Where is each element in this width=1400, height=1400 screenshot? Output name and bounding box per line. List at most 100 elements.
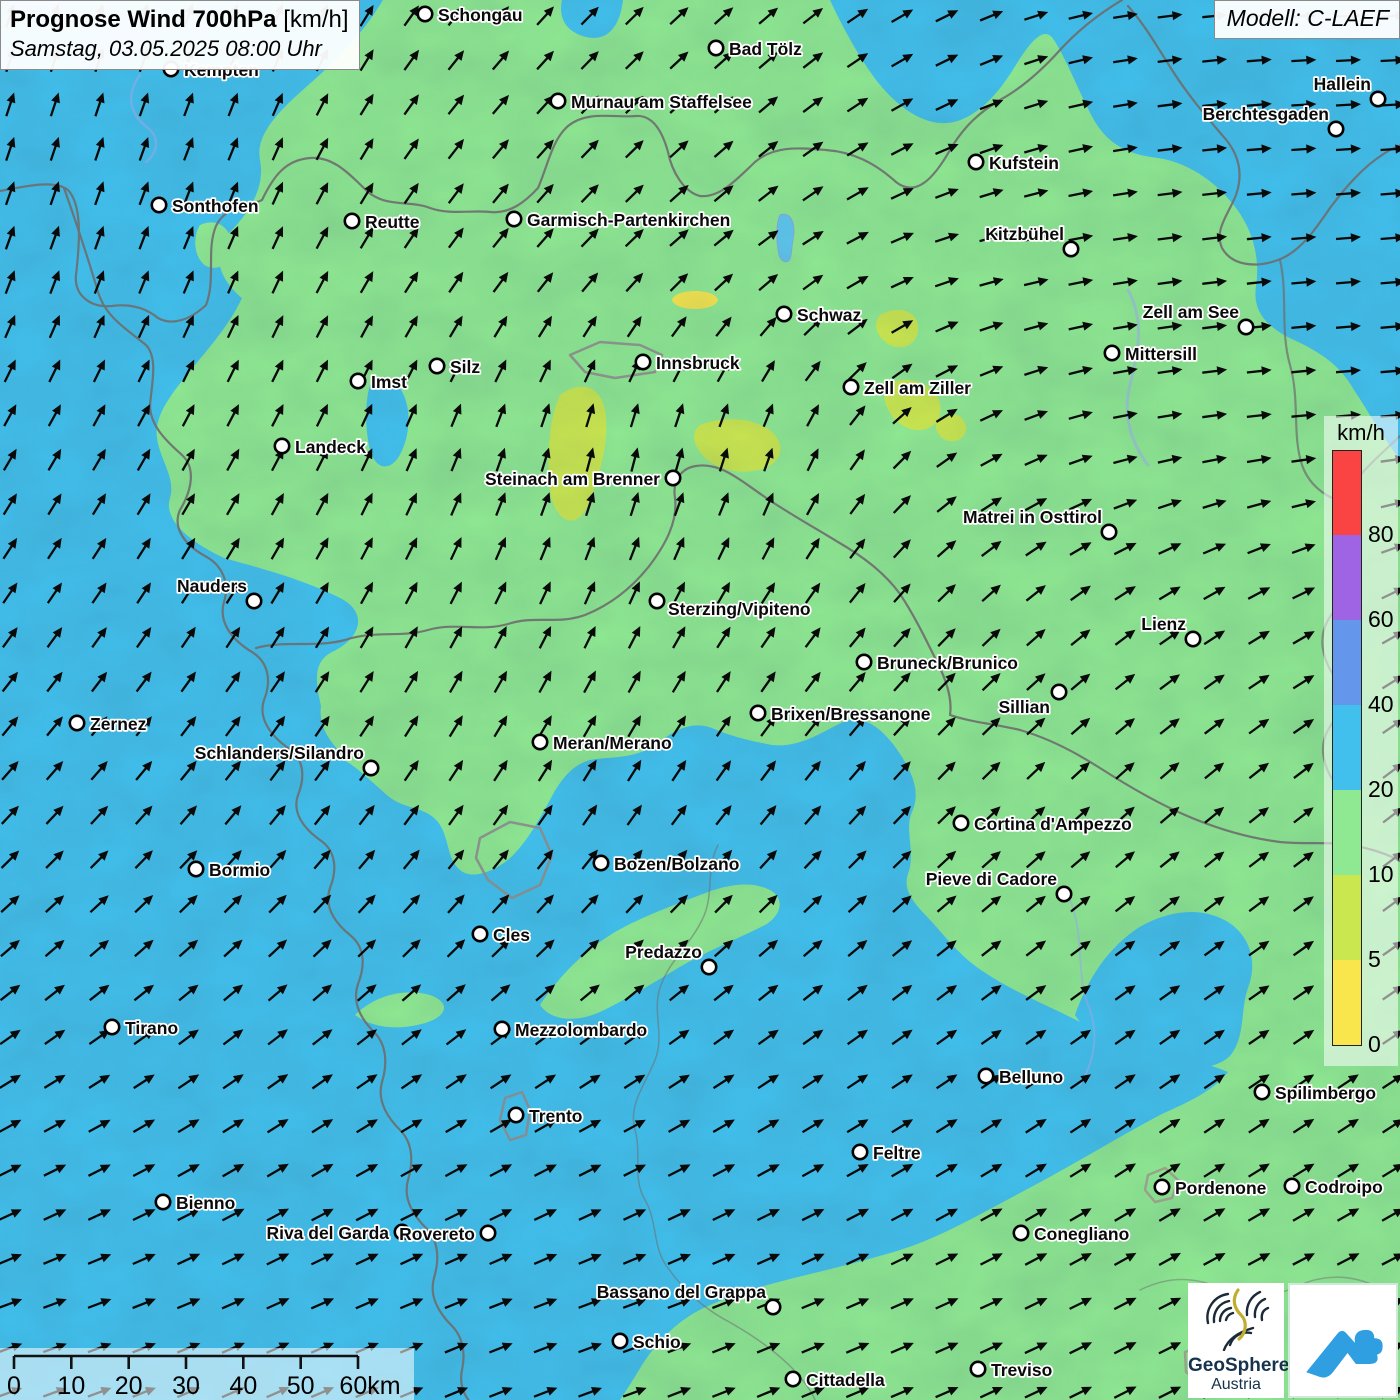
city-label: Garmisch-Partenkirchen — [527, 210, 730, 230]
legend-tick-label: 60 — [1368, 606, 1394, 633]
city-marker — [351, 374, 365, 388]
city-marker — [979, 1069, 993, 1083]
city-label: Trento — [529, 1106, 582, 1126]
scale-bar-label: 50 — [287, 1372, 315, 1400]
city-label: Silz — [450, 357, 480, 377]
model-box: Modell: C-LAEF — [1214, 0, 1400, 39]
city-marker — [533, 735, 547, 749]
city-marker — [1239, 320, 1253, 334]
city-marker — [1057, 887, 1071, 901]
legend-segment — [1332, 875, 1362, 961]
city-marker — [844, 380, 858, 394]
mountain-cloud-logo — [1288, 1283, 1398, 1398]
city-label: Hallein — [1314, 74, 1371, 94]
city-label: Landeck — [295, 437, 366, 457]
city-marker — [507, 212, 521, 226]
city-label: Spilimbergo — [1275, 1083, 1376, 1103]
city-label: Sterzing/Vipiteno — [668, 599, 811, 619]
scale-bar-label: 20 — [115, 1372, 143, 1400]
city-marker — [345, 214, 359, 228]
geosphere-contour-icon — [1200, 1287, 1272, 1351]
mountain-cloud-shape — [1306, 1329, 1382, 1377]
city-label: Bormio — [209, 860, 270, 880]
city-label: Tirano — [125, 1018, 178, 1038]
city-label: Mittersill — [1125, 344, 1197, 364]
city-marker — [971, 1362, 985, 1376]
city-label: Lienz — [1141, 614, 1186, 634]
city-label: Cittadella — [806, 1370, 885, 1390]
map-canvas: SchongauBad TölzKemptenMurnau am Staffel… — [0, 0, 1400, 1400]
city-marker — [70, 716, 84, 730]
city-label: Steinach am Brenner — [485, 469, 660, 489]
city-label: Pordenone — [1175, 1178, 1267, 1198]
city-label: Meran/Merano — [553, 733, 672, 753]
city-marker — [1155, 1180, 1169, 1194]
city-label: Sonthofen — [172, 196, 259, 216]
city-marker — [364, 761, 378, 775]
city-marker — [613, 1334, 627, 1348]
city-label: Zell am See — [1143, 302, 1240, 322]
title-box: Prognose Wind 700hPa [km/h] Samstag, 03.… — [0, 0, 360, 70]
mountain-cloud-icon — [1297, 1295, 1389, 1387]
city-marker — [418, 7, 432, 21]
legend-segment — [1332, 535, 1362, 621]
city-label: Schongau — [438, 5, 523, 25]
city-marker — [1102, 525, 1116, 539]
legend-segment — [1332, 450, 1362, 537]
city-marker — [481, 1226, 495, 1240]
legend-tick-label: 80 — [1368, 521, 1394, 548]
map-title-unit: [km/h] — [283, 6, 348, 33]
wind-forecast-map: SchongauBad TölzKemptenMurnau am Staffel… — [0, 0, 1400, 1400]
city-marker — [1186, 632, 1200, 646]
city-marker — [766, 1300, 780, 1314]
city-label: Nauders — [177, 576, 247, 596]
city-label: Cles — [493, 925, 530, 945]
city-marker — [702, 960, 716, 974]
scale-bar-label: 10 — [57, 1372, 85, 1400]
city-marker — [650, 594, 664, 608]
city-label: Bassano del Grappa — [597, 1282, 766, 1302]
scale-bar-ruler: 0102030405060km — [0, 1348, 414, 1400]
city-marker — [751, 706, 765, 720]
legend-tick-label: 5 — [1368, 946, 1381, 973]
model-label: Modell: C-LAEF — [1227, 5, 1389, 31]
map-title: Prognose Wind 700hPa — [10, 6, 277, 33]
page-title: Prognose Wind 700hPa [km/h] — [10, 6, 350, 34]
city-label: Rovereto — [399, 1224, 475, 1244]
city-label: Pieve di Cadore — [926, 869, 1058, 889]
city-marker — [152, 198, 166, 212]
city-label: Zell am Ziller — [864, 378, 971, 398]
city-label: Reutte — [365, 212, 420, 232]
city-marker — [275, 439, 289, 453]
city-marker — [1285, 1179, 1299, 1193]
city-marker — [509, 1108, 523, 1122]
geosphere-country: Austria — [1188, 1376, 1284, 1394]
geosphere-name: GeoSphere — [1188, 1356, 1284, 1376]
city-marker — [473, 927, 487, 941]
city-marker — [551, 94, 565, 108]
city-label: Predazzo — [625, 942, 702, 962]
city-marker — [777, 307, 791, 321]
city-label: Sillian — [998, 697, 1050, 717]
city-label: Bad Tölz — [729, 39, 802, 59]
city-label: Codroipo — [1305, 1177, 1383, 1197]
city-label: Treviso — [991, 1360, 1052, 1380]
scale-bar-label: 60km — [339, 1372, 400, 1400]
legend-unit-label: km/h — [1324, 420, 1398, 446]
legend-tick-label: 10 — [1368, 861, 1394, 888]
city-label: Schlanders/Silandro — [195, 743, 364, 763]
city-label: Conegliano — [1034, 1224, 1129, 1244]
scale-bar-label: 30 — [172, 1372, 200, 1400]
city-label: Bruneck/Brunico — [877, 653, 1018, 673]
city-marker — [709, 41, 723, 55]
city-marker — [1014, 1226, 1028, 1240]
legend-segment — [1332, 960, 1362, 1046]
city-label: Murnau am Staffelsee — [571, 92, 752, 112]
city-marker — [786, 1372, 800, 1386]
scale-bar-ticks — [14, 1356, 358, 1369]
scale-bar-label: 40 — [229, 1372, 257, 1400]
city-marker — [1255, 1085, 1269, 1099]
city-marker — [105, 1020, 119, 1034]
city-label: Schio — [633, 1332, 681, 1352]
city-label: Feltre — [873, 1143, 921, 1163]
